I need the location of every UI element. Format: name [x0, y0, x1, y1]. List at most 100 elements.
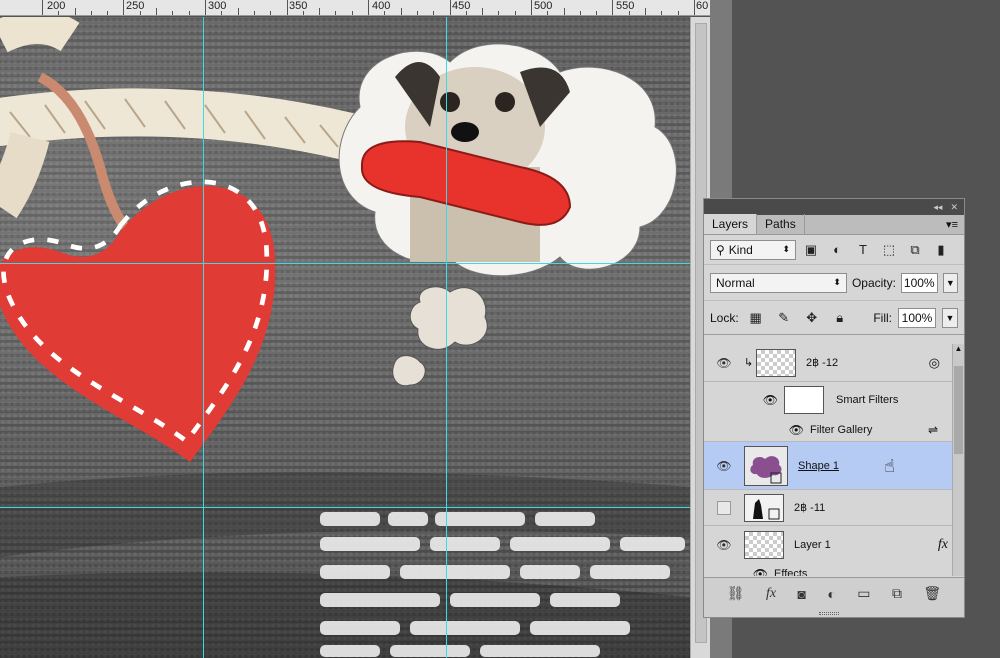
ruler-tick: [531, 0, 532, 15]
blend-mode-select[interactable]: Normal ⬍: [710, 272, 847, 293]
layer-thumbnail: [744, 531, 784, 559]
add-style-fx-icon[interactable]: fx: [766, 586, 776, 602]
lock-position-move-icon[interactable]: ✥: [801, 308, 823, 328]
layer-row[interactable]: 👁︎ Layer 1 fx: [704, 526, 954, 564]
small-bubble: [409, 286, 488, 350]
guide-horizontal[interactable]: [0, 263, 690, 264]
guide-vertical[interactable]: [203, 17, 204, 658]
layers-panel: ◂◂ ✕ Layers Paths ▾≡ ⚲ Kind ⬍ ▣ ◐ T ⬚ ⧉ …: [703, 198, 965, 618]
ruler-tick: [580, 11, 581, 15]
blend-mode-value: Normal: [716, 275, 755, 290]
smart-filter-badge-icon: ◎: [928, 354, 940, 370]
opacity-dropdown-icon[interactable]: ▼: [942, 272, 958, 293]
filter-row-item[interactable]: 👁︎ Filter Gallery ⇌: [704, 418, 954, 442]
kind-label: Kind: [728, 242, 753, 257]
filter-toggle-icon[interactable]: ▮: [930, 240, 952, 260]
eye-icon[interactable]: 👁︎: [704, 423, 810, 437]
ruler-tick: [515, 11, 516, 15]
layer-row-selected[interactable]: 👁︎ Shape 1 ☝︎: [704, 442, 954, 490]
image-filter-icon[interactable]: ▣: [800, 240, 822, 260]
cloud-shape-icon: [750, 455, 782, 483]
panel-resize-grip[interactable]: [819, 612, 839, 615]
ruler-tick: [417, 11, 418, 15]
ruler-mark: 550: [616, 0, 635, 12]
fx-icon[interactable]: fx: [938, 537, 948, 553]
lock-image-brush-icon[interactable]: ✎: [773, 308, 795, 328]
ruler-tick: [335, 11, 336, 15]
ruler-tick: [645, 8, 646, 15]
opacity-input[interactable]: 100%: [900, 272, 938, 293]
delete-trash-icon[interactable]: 🗑︎: [923, 585, 941, 602]
ruler-tick: [91, 11, 92, 15]
chevron-updown-icon: ⬍: [782, 244, 790, 254]
layer-name[interactable]: Shape 1: [798, 460, 839, 472]
fill-label: Fill:: [873, 310, 892, 325]
horizontal-ruler[interactable]: 200 250 300 350 400 450 500 550 60: [0, 0, 710, 16]
layer-name[interactable]: 2฿ -12: [806, 356, 838, 369]
kind-select[interactable]: ⚲ Kind ⬍: [710, 239, 796, 260]
eye-icon[interactable]: 👁︎: [704, 356, 744, 370]
ruler-tick: [678, 11, 679, 15]
type-filter-icon[interactable]: T: [852, 240, 874, 260]
layer-row[interactable]: 👁︎ ↳ 2฿ -12 ◎: [704, 344, 954, 382]
layer-row[interactable]: 2฿ -11: [704, 490, 954, 526]
lock-transparent-icon[interactable]: ▦: [745, 308, 767, 328]
document-canvas[interactable]: [0, 17, 690, 658]
ruler-tick: [596, 11, 597, 15]
fill-input[interactable]: 100%: [898, 307, 936, 328]
ruler-tick: [612, 0, 613, 15]
visibility-empty-box[interactable]: [704, 500, 744, 515]
ruler-mark: 200: [47, 0, 66, 12]
lock-all-padlock-icon[interactable]: 🔒︎: [829, 308, 851, 328]
clipping-arrow-icon: ↳: [744, 357, 754, 369]
smart-object-filter-icon[interactable]: ⧉: [904, 240, 926, 260]
silhouette-icon: [753, 498, 780, 519]
scroll-up-icon[interactable]: ▲: [953, 344, 964, 353]
ruler-mark: 300: [208, 0, 227, 12]
filter-options-icon[interactable]: ⇌: [928, 423, 938, 437]
eye-icon[interactable]: 👁︎: [704, 459, 744, 473]
search-icon: ⚲: [716, 242, 725, 257]
lock-row: Lock: ▦ ✎ ✥ 🔒︎ Fill: 100% ▼: [704, 301, 964, 335]
ruler-mark: 400: [372, 0, 391, 12]
ruler-tick: [287, 0, 288, 15]
adjustment-filter-icon[interactable]: ◐: [826, 240, 848, 260]
link-layers-icon[interactable]: ⛓︎: [727, 585, 745, 602]
new-layer-icon[interactable]: ⧉: [892, 585, 902, 602]
opacity-label: Opacity:: [851, 275, 896, 290]
tab-paths[interactable]: Paths: [757, 214, 805, 234]
ruler-tick: [352, 11, 353, 15]
ruler-tick: [75, 8, 76, 15]
ruler-tick: [156, 8, 157, 15]
layer-list-scrollbar[interactable]: ▲: [952, 344, 964, 576]
smart-filters-row[interactable]: 👁︎ Smart Filters: [704, 382, 954, 418]
collapse-icon[interactable]: ◂◂: [933, 202, 942, 213]
ruler-tick: [401, 8, 402, 15]
fill-dropdown-icon[interactable]: ▼: [942, 307, 958, 328]
ruler-tick: [58, 11, 59, 15]
ruler-tick: [238, 8, 239, 15]
close-panel-icon[interactable]: ✕: [950, 202, 958, 213]
shape-filter-icon[interactable]: ⬚: [878, 240, 900, 260]
new-group-folder-icon[interactable]: ▭: [857, 585, 870, 602]
adjustment-layer-icon[interactable]: ◐: [827, 586, 835, 602]
ruler-tick: [564, 8, 565, 15]
tab-layers[interactable]: Layers: [704, 214, 758, 234]
panel-menu-icon[interactable]: ▾≡: [946, 218, 958, 231]
eye-icon[interactable]: 👁︎: [704, 538, 744, 552]
layer-name[interactable]: Layer 1: [794, 539, 831, 551]
eye-icon[interactable]: 👁︎: [704, 567, 774, 576]
layer-list-scroll-thumb[interactable]: [954, 366, 963, 454]
add-mask-icon[interactable]: ◙: [797, 586, 805, 602]
effects-row[interactable]: 👁︎ Effects: [704, 564, 954, 576]
ruler-tick: [450, 0, 451, 15]
layer-name[interactable]: 2฿ -11: [794, 501, 825, 514]
panel-header-strip: ◂◂ ✕: [704, 199, 964, 215]
effects-label: Effects: [774, 568, 808, 576]
guide-vertical[interactable]: [446, 17, 447, 658]
eye-icon[interactable]: 👁︎: [704, 393, 784, 407]
ruler-tick: [42, 0, 43, 15]
ruler-tick: [547, 11, 548, 15]
ruler-tick: [319, 8, 320, 15]
guide-horizontal[interactable]: [0, 507, 690, 508]
